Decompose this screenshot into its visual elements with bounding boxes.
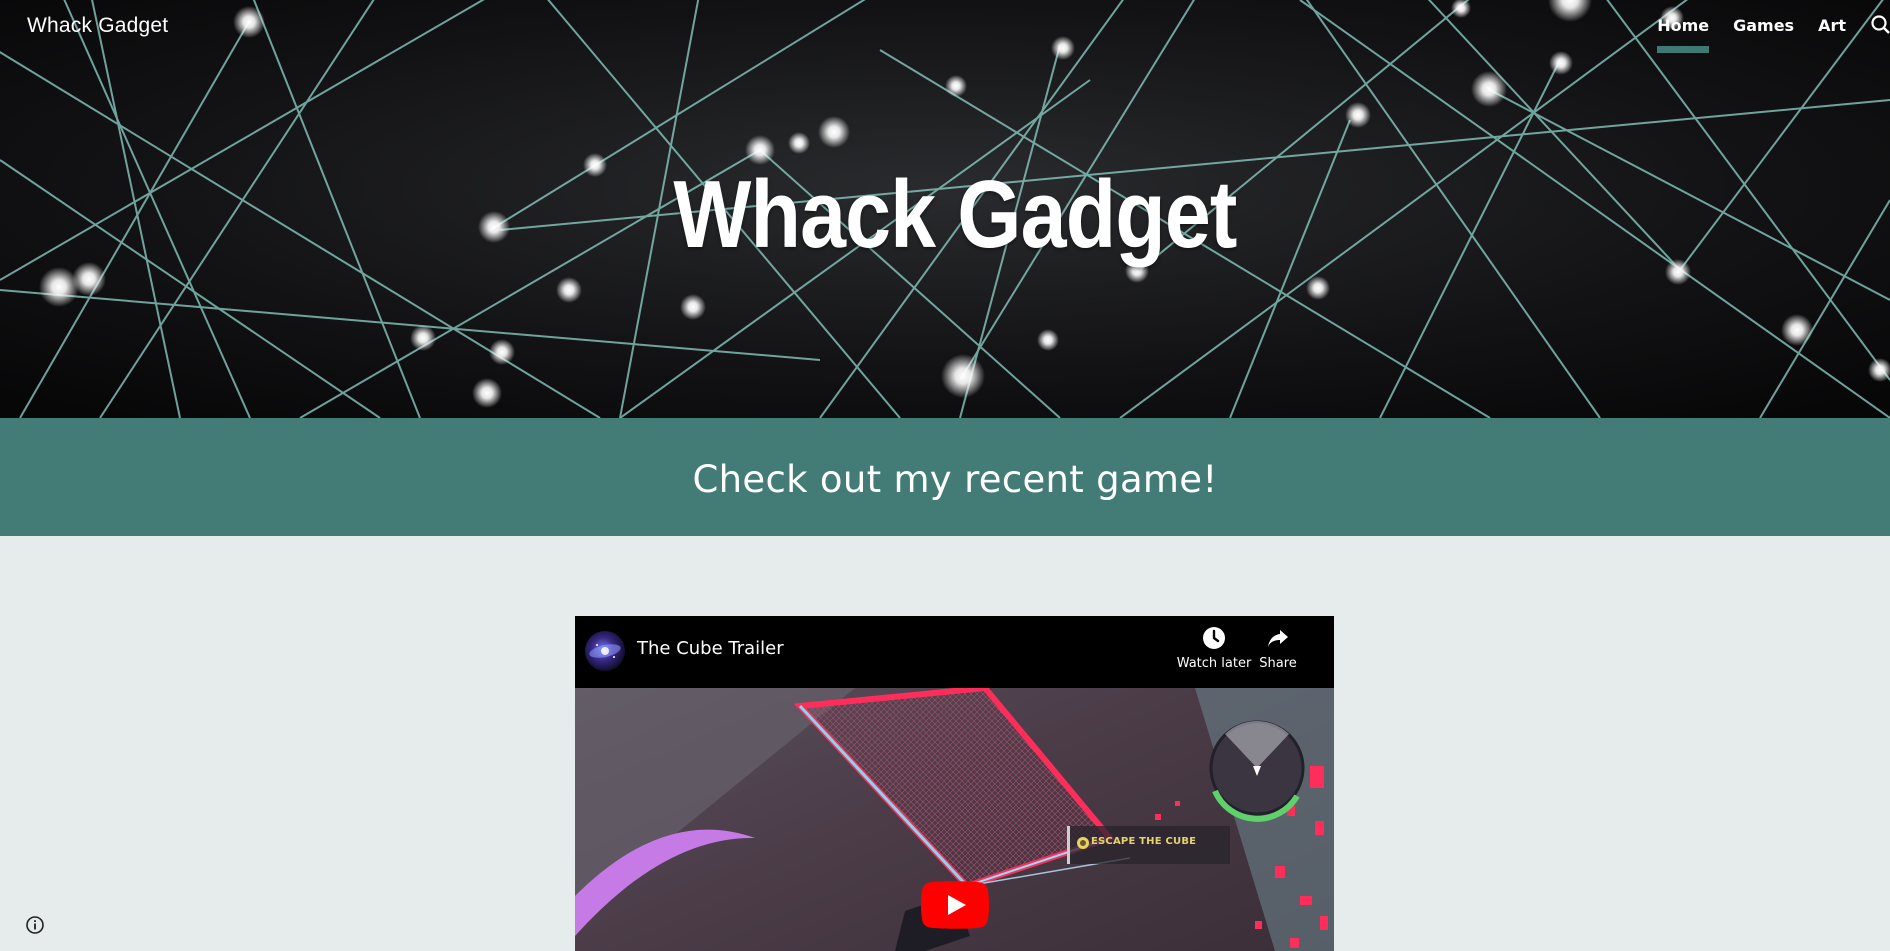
share-label: Share: [1259, 656, 1297, 671]
site-name-link[interactable]: Whack Gadget: [27, 14, 168, 38]
search-icon[interactable]: [1870, 0, 1890, 41]
share-button[interactable]: Share: [1243, 626, 1313, 671]
clock-icon: [1203, 627, 1225, 649]
video-title-bar: The Cube Trailer Watch later Share: [575, 616, 1334, 688]
hud-objective-label: ESCAPE THE CUBE: [1091, 836, 1197, 847]
info-icon: [26, 916, 44, 934]
share-arrow-icon: [1268, 630, 1288, 647]
watch-later-label: Watch later: [1176, 656, 1252, 671]
hero-header: Whack Gadget Home Games Art Whack Gadget: [0, 0, 1890, 418]
youtube-play-button[interactable]: [921, 881, 989, 929]
top-navigation: Home Games Art: [1657, 0, 1890, 60]
video-title[interactable]: The Cube Trailer: [637, 638, 784, 659]
page: Whack Gadget Home Games Art Whack Gadget…: [0, 0, 1890, 951]
youtube-video-embed[interactable]: ESCAPE THE CUBE The Cube Trailer Watch l…: [575, 616, 1334, 951]
youtube-play-icon: [921, 881, 989, 929]
galaxy-icon: [589, 644, 621, 658]
cube-icon: [1077, 837, 1089, 849]
nav-item-art[interactable]: Art: [1818, 0, 1846, 35]
channel-avatar[interactable]: [585, 631, 625, 671]
hero-title: Whack Gadget: [673, 161, 1237, 268]
nav-item-home[interactable]: Home: [1657, 0, 1709, 53]
site-info-button[interactable]: [24, 914, 46, 936]
nav-item-games[interactable]: Games: [1733, 0, 1794, 35]
game-hud-objective: ESCAPE THE CUBE: [1067, 826, 1230, 864]
banner-heading: Check out my recent game!: [692, 458, 1218, 501]
